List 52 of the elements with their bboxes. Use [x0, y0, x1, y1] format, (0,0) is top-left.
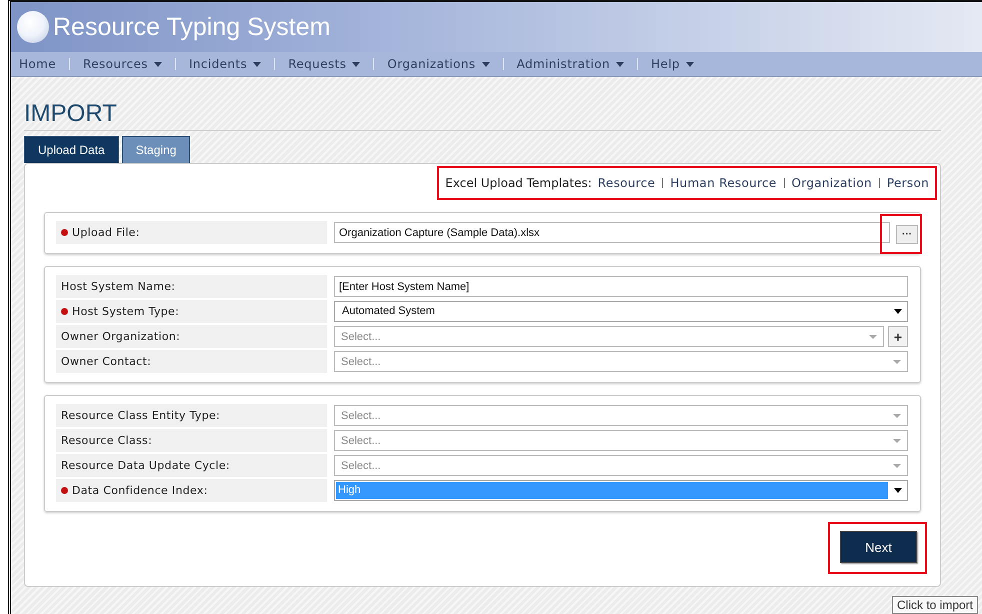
dropdown[interactable]: High	[334, 480, 908, 501]
tab[interactable]: Upload Data	[24, 136, 119, 163]
tab[interactable]: Staging	[122, 136, 190, 163]
templates-label: Excel Upload Templates:	[445, 176, 592, 190]
combo-box[interactable]: Select...	[334, 405, 908, 426]
label-text: Resource Class Entity Type:	[61, 409, 220, 422]
combo-box[interactable]: Select...	[334, 455, 908, 476]
nav-menu-item[interactable]: Administration	[512, 55, 628, 73]
combo-box[interactable]: Select...	[334, 326, 884, 347]
label-text: Data Confidence Index:	[72, 484, 208, 497]
label-text: Owner Organization:	[61, 330, 180, 343]
caret-icon	[154, 62, 162, 66]
page-title: IMPORT	[24, 100, 117, 128]
logo-icon	[17, 11, 49, 43]
combo-box[interactable]: Select...	[334, 351, 908, 372]
nav-menu-item[interactable]: Requests	[284, 55, 364, 73]
dropdown-arrow-icon	[893, 438, 901, 442]
nav-menu-item[interactable]: Resources	[79, 55, 166, 73]
template-link[interactable]: Resource	[598, 176, 656, 190]
caret-icon	[253, 62, 262, 66]
add-button[interactable]: +	[888, 326, 908, 347]
caret-icon	[616, 62, 624, 66]
dropdown-arrow-icon	[893, 464, 901, 468]
nav-menu-item[interactable]: Help	[646, 55, 698, 73]
input-field[interactable]: [Enter Host System Name]	[334, 276, 908, 297]
nav-menu-item[interactable]: Organizations	[383, 55, 494, 73]
dropdown-arrow-icon	[869, 334, 877, 338]
next-button[interactable]: Next	[840, 531, 917, 563]
template-link[interactable]: Organization	[792, 176, 872, 190]
dropdown-arrow-icon	[893, 414, 901, 418]
input-field[interactable]: Organization Capture (Sample Data).xlsx	[334, 222, 890, 243]
caret-icon	[352, 62, 360, 66]
app-title: Resource Typing System	[53, 12, 330, 42]
dropdown-arrow-icon	[894, 488, 902, 493]
dropdown-arrow-icon	[894, 309, 902, 314]
label-text: Resource Data Update Cycle:	[61, 459, 230, 472]
dropdown[interactable]: Automated System	[334, 301, 908, 322]
caret-icon	[686, 62, 694, 66]
caret-icon	[482, 62, 490, 66]
combo-box[interactable]: Select...	[334, 430, 908, 451]
nav-menu-item[interactable]: Incidents	[184, 55, 266, 73]
dropdown-arrow-icon	[893, 360, 901, 364]
tooltip: Click to import	[892, 596, 978, 614]
nav-menu-item[interactable]: Home	[15, 55, 60, 73]
label-text: Resource Class:	[61, 434, 152, 447]
browse-button[interactable]: ···	[896, 224, 918, 244]
label-text: Owner Contact:	[61, 355, 152, 368]
template-link[interactable]: Person	[886, 176, 929, 190]
label-text: Upload File:	[72, 226, 140, 239]
label-text: Host System Name:	[61, 280, 176, 293]
template-link[interactable]: Human Resource	[670, 176, 777, 190]
label-text: Host System Type:	[72, 305, 180, 318]
